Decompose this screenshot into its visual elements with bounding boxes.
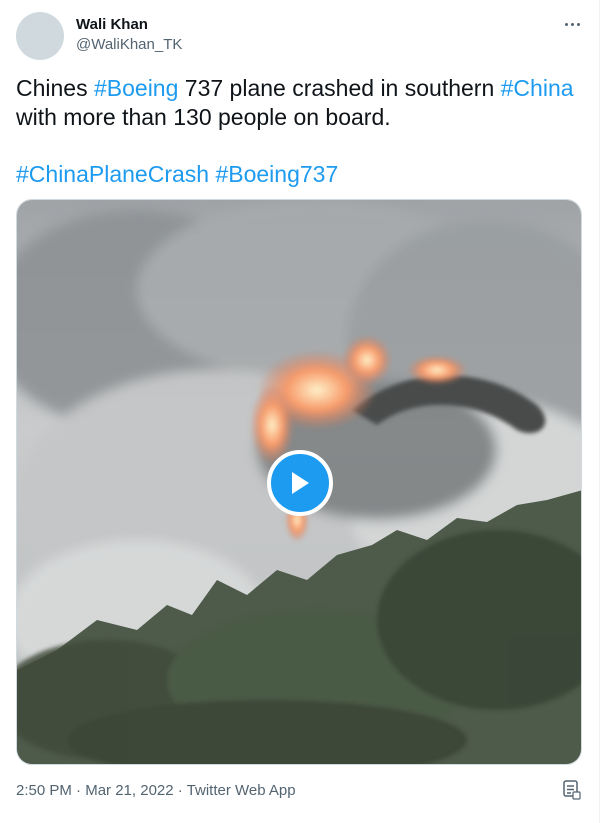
hashtag-boeing737[interactable]: #Boeing737 [215,161,338,187]
play-icon [292,472,309,494]
tweet-hashtags: #ChinaPlaneCrash #Boeing737 [16,160,586,189]
tweet-meta: 2:50 PM · Mar 21, 2022 · Twitter Web App [16,781,296,801]
tweet-line-1: Chines #Boeing 737 plane crashed in sout… [16,74,586,103]
hashtag-china[interactable]: #China [501,75,574,101]
tweet-text-segment: 737 plane crashed in southern [178,75,501,101]
translate-icon[interactable] [563,780,581,800]
hashtag-chinaplanecrash[interactable]: #ChinaPlaneCrash [16,161,209,187]
video-player[interactable] [16,199,582,765]
author-handle[interactable]: @WaliKhan_TK [76,35,182,55]
play-button[interactable] [267,450,333,516]
tweet-line-2: with more than 130 people on board. [16,104,391,130]
author-name[interactable]: Wali Khan [76,15,148,35]
tweet-text-segment: Chines [16,75,94,101]
meta-separator: · [173,782,187,799]
tweet-date[interactable]: Mar 21, 2022 [85,782,173,799]
tweet-text: Chines #Boeing 737 plane crashed in sout… [16,74,586,189]
source-app-link[interactable]: Twitter Web App [187,782,296,799]
tweet-card: Wali Khan @WaliKhan_TK Chines #Boeing 73… [0,0,600,823]
avatar[interactable] [16,12,64,60]
meta-separator: · [71,782,86,799]
more-options-icon[interactable] [558,14,586,34]
hashtag-boeing[interactable]: #Boeing [94,75,178,101]
tweet-time[interactable]: 2:50 PM [16,782,72,799]
